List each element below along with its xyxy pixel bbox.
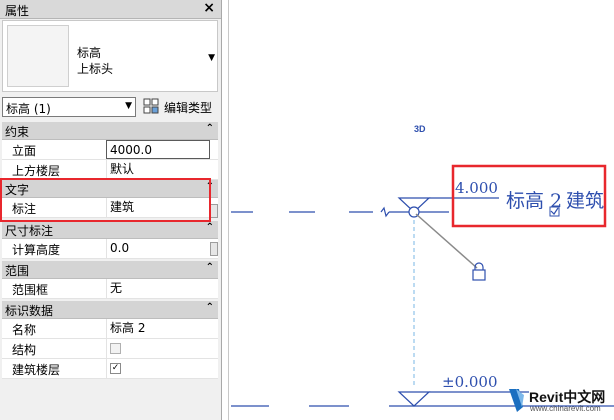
property-row-elevation[interactable]: 立面 4000.0 bbox=[2, 140, 218, 160]
property-row-upper-level[interactable]: 上方楼层 默认 bbox=[2, 160, 218, 180]
elevation-input[interactable]: 4000.0 bbox=[106, 140, 210, 159]
chevron-down-icon: ▼ bbox=[125, 101, 132, 111]
property-row-structural[interactable]: 结构 bbox=[2, 339, 218, 359]
group-label: 标识数据 bbox=[5, 304, 54, 318]
edit-type-icon bbox=[143, 98, 159, 114]
property-row-computation-height[interactable]: 计算高度 0.0 bbox=[2, 239, 218, 259]
property-key: 上方楼层 bbox=[12, 164, 61, 178]
group-label: 范围 bbox=[5, 264, 30, 278]
group-label: 尺寸标注 bbox=[5, 224, 54, 238]
building-story-checkbox[interactable]: ✓ bbox=[110, 363, 121, 374]
lock-icon[interactable] bbox=[472, 262, 486, 281]
property-grid-scrollbar[interactable] bbox=[209, 122, 219, 382]
lower-level-elevation[interactable]: ±0.000 bbox=[442, 373, 498, 391]
type-thumbnail bbox=[7, 25, 69, 87]
property-row-name[interactable]: 名称 标高 2 bbox=[2, 319, 218, 339]
property-value[interactable]: 0.0 bbox=[106, 239, 210, 258]
type-selector[interactable]: 标高 上标头 ▼ bbox=[2, 20, 218, 92]
property-row-scope-box[interactable]: 范围框 无 bbox=[2, 279, 218, 299]
group-dimensions[interactable]: 尺寸标注 ⌃ bbox=[2, 221, 218, 239]
scroll-handle[interactable] bbox=[210, 242, 218, 256]
close-icon[interactable]: × bbox=[203, 0, 215, 16]
upper-level-elevation[interactable]: 4.000 bbox=[455, 179, 498, 197]
instance-filter-dropdown[interactable]: 标高 (1) ▼ bbox=[2, 97, 136, 117]
property-value[interactable]: 默认 bbox=[106, 160, 210, 179]
panel-title-bar: 属性 × bbox=[0, 0, 221, 19]
instance-filter-value: 标高 (1) bbox=[6, 102, 51, 116]
type-family-label: 标高 bbox=[77, 46, 102, 60]
group-extents[interactable]: 范围 ⌃ bbox=[2, 261, 218, 279]
chevron-down-icon[interactable]: ▼ bbox=[208, 53, 215, 63]
highlight-box-text-group bbox=[0, 178, 211, 222]
properties-panel: 属性 × 标高 上标头 ▼ 标高 (1) ▼ 编辑类型 约束 ⌃ 立面 4000… bbox=[0, 0, 222, 420]
drawing-canvas[interactable]: 3D 4.000 标高 2 建筑 ±0.000 bbox=[228, 0, 614, 420]
scroll-handle[interactable] bbox=[210, 204, 218, 218]
group-label: 约束 bbox=[5, 125, 30, 139]
edit-type-label: 编辑类型 bbox=[164, 101, 213, 115]
type-name-label: 上标头 bbox=[77, 62, 114, 76]
view-3d-label: 3D bbox=[414, 124, 426, 134]
group-constraints[interactable]: 约束 ⌃ bbox=[2, 122, 218, 140]
property-key: 立面 bbox=[12, 144, 37, 158]
property-value[interactable]: 无 bbox=[106, 279, 210, 298]
property-key: 范围框 bbox=[12, 283, 49, 297]
property-key: 名称 bbox=[12, 323, 37, 337]
property-value-cell bbox=[106, 359, 210, 378]
property-row-building-story[interactable]: 建筑楼层 ✓ bbox=[2, 359, 218, 379]
property-key: 建筑楼层 bbox=[12, 363, 61, 377]
elevation-view[interactable]: 3D 4.000 标高 2 建筑 ±0.000 bbox=[229, 0, 614, 420]
property-value[interactable]: 标高 2 bbox=[106, 319, 210, 338]
property-key: 计算高度 bbox=[12, 243, 61, 257]
property-value-cell bbox=[106, 339, 210, 358]
watermark-url: www.chinarevit.com bbox=[530, 404, 601, 413]
panel-title: 属性 bbox=[5, 4, 30, 18]
upper-level-tag[interactable]: 建筑 bbox=[566, 190, 604, 212]
property-key: 结构 bbox=[12, 343, 37, 357]
group-identity-data[interactable]: 标识数据 ⌃ bbox=[2, 301, 218, 319]
structural-checkbox[interactable] bbox=[110, 343, 121, 354]
